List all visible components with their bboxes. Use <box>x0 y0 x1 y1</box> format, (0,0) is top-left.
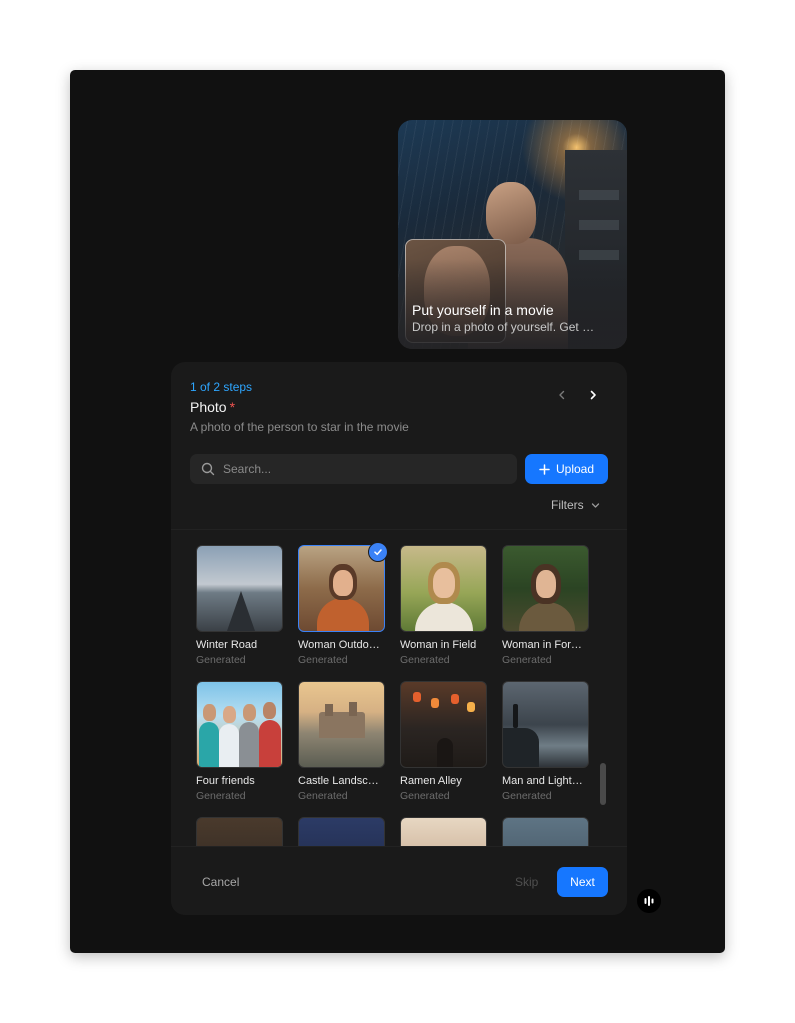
gallery-item-woman-in-field[interactable]: Woman in Field Generated <box>400 545 487 681</box>
step-panel: 1 of 2 steps Photo * A photo of the perso… <box>171 362 627 915</box>
step-counter: 1 of 2 steps <box>190 380 253 394</box>
skip-button[interactable]: Skip <box>515 875 538 889</box>
upload-button[interactable]: Upload <box>525 454 608 484</box>
movie-card[interactable]: Put yourself in a movie Drop in a photo … <box>398 120 627 349</box>
item-name: Castle Landsc… <box>298 775 379 787</box>
gallery-item-woman-in-forest[interactable]: Woman in For… Generated <box>502 545 589 681</box>
gallery-item-woman-outdoors[interactable]: Woman Outdo… Generated <box>298 542 388 681</box>
required-mark: * <box>229 399 236 415</box>
item-name: Woman Outdo… <box>298 639 380 651</box>
item-name: Winter Road <box>196 639 258 651</box>
chevron-right-icon <box>590 390 596 400</box>
field-description: A photo of the person to star in the mov… <box>190 420 409 434</box>
item-source: Generated <box>400 654 450 666</box>
search-box[interactable] <box>190 454 517 484</box>
dialog-footer: Cancel Skip Next <box>171 846 627 915</box>
item-name: Ramen Alley <box>400 775 462 787</box>
thumbnail-image <box>298 817 385 846</box>
item-source: Generated <box>196 654 246 666</box>
thumbnail-image <box>400 681 487 768</box>
thumbnail-image <box>502 545 589 632</box>
item-source: Generated <box>400 790 450 802</box>
gallery-item-ramen-alley[interactable]: Ramen Alley Generated <box>400 681 487 817</box>
app-window: Put yourself in a movie Drop in a photo … <box>70 70 725 953</box>
thumbnail-image <box>196 545 283 632</box>
gallery-item-partial[interactable] <box>196 817 283 846</box>
thumbnail-image <box>400 545 487 632</box>
next-step-button[interactable] <box>582 384 604 406</box>
item-source: Generated <box>298 790 348 802</box>
chevron-down-icon <box>591 502 599 508</box>
gallery-item-partial[interactable] <box>502 817 589 846</box>
gallery-item-partial[interactable] <box>400 817 487 846</box>
gallery-item-partial[interactable] <box>298 817 385 846</box>
prev-step-button[interactable] <box>551 384 573 406</box>
movie-card-title: Put yourself in a movie <box>412 302 554 318</box>
thumbnail-image <box>196 681 283 768</box>
thumbnail-image <box>502 817 589 846</box>
gallery-scrollbar[interactable] <box>600 763 606 805</box>
field-title: Photo * <box>190 399 235 415</box>
check-icon <box>374 549 382 556</box>
item-source: Generated <box>502 790 552 802</box>
photo-grid: Winter Road Generated Woman Outdo… Gener… <box>196 542 589 846</box>
plus-icon <box>539 463 550 475</box>
gallery-item-four-friends[interactable]: Four friends Generated <box>196 681 283 817</box>
search-icon <box>201 462 215 476</box>
gallery-item-winter-road[interactable]: Winter Road Generated <box>196 545 283 681</box>
gallery-item-castle-landscape[interactable]: Castle Landsc… Generated <box>298 681 385 817</box>
item-source: Generated <box>298 654 348 666</box>
upload-label: Upload <box>555 462 595 476</box>
assistant-widget-button[interactable] <box>637 889 661 913</box>
photo-gallery[interactable]: Winter Road Generated Woman Outdo… Gener… <box>171 530 627 846</box>
item-name: Man and Light… <box>502 775 583 787</box>
search-input[interactable] <box>223 462 503 476</box>
movie-card-subtitle: Drop in a photo of yourself. Get … <box>412 320 595 334</box>
next-button[interactable]: Next <box>557 867 608 897</box>
gallery-item-man-and-lighthouse[interactable]: Man and Light… Generated <box>502 681 589 817</box>
waveform-icon <box>644 896 654 906</box>
field-title-text: Photo <box>190 399 227 415</box>
thumbnail-image <box>196 817 283 846</box>
filters-dropdown[interactable]: Filters <box>551 498 600 512</box>
cancel-button[interactable]: Cancel <box>202 875 239 889</box>
selected-check-badge <box>368 542 388 562</box>
actor-head-image <box>486 182 536 244</box>
item-source: Generated <box>502 654 552 666</box>
item-name: Woman in Field <box>400 639 477 651</box>
thumbnail-image <box>400 817 487 846</box>
item-name: Woman in For… <box>502 639 582 651</box>
item-name: Four friends <box>196 775 255 787</box>
filters-label: Filters <box>551 498 584 512</box>
thumbnail-image <box>298 681 385 768</box>
thumbnail-image <box>502 681 589 768</box>
item-source: Generated <box>196 790 246 802</box>
chevron-left-icon <box>559 390 565 400</box>
